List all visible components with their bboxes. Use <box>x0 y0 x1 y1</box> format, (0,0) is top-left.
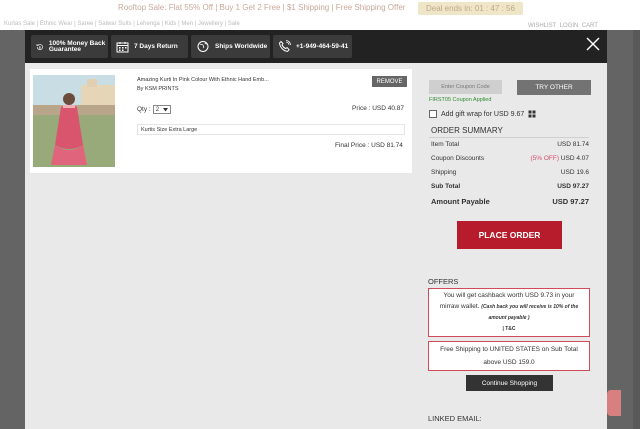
quantity-select[interactable]: 2 <box>152 105 171 114</box>
item-total-label: Item Total <box>431 141 460 148</box>
deal-countdown: Deal ends in: 01 : 47 : 56 <box>418 2 523 15</box>
coupon-applied-message: FIRST05 Coupon Applied <box>429 97 492 103</box>
calendar-icon <box>116 41 129 52</box>
item-total-row: Item Total USD 81.74 <box>431 141 589 148</box>
wishlist-link[interactable]: WISHLIST <box>528 23 556 29</box>
promo-banner[interactable]: Rooftop Sale: Flat 55% Off | Buy 1 Get 2… <box>118 3 405 12</box>
cashback-offer: You will get cashback worth USD 9.73 in … <box>428 288 590 337</box>
divider <box>429 137 589 138</box>
gift-wrap-label: Add gift wrap for USD 9.67 <box>441 110 525 118</box>
subtotal-row: Sub Total USD 97.27 <box>431 183 589 190</box>
unit-price: Price : USD 40.87 <box>352 105 405 112</box>
amount-payable-row: Amount Payable USD 97.27 <box>431 197 589 206</box>
free-shipping-offer: Free Shipping to UNITED STATES on Sub To… <box>428 341 590 371</box>
login-link[interactable]: LOGIN <box>560 23 579 29</box>
feature-label: 100% Money Back Guarantee <box>48 39 106 53</box>
linked-email-title: LINKED EMAIL: <box>428 414 482 423</box>
quantity-control: Qty : 2 <box>137 105 171 114</box>
terms-link[interactable]: | T&C <box>429 324 589 335</box>
shipping-label: Shipping <box>431 169 457 176</box>
amount-payable-value: USD 97.27 <box>552 197 589 206</box>
remove-button[interactable]: REMOVE <box>372 76 407 87</box>
continue-shopping-button[interactable]: Continue Shopping <box>466 375 553 391</box>
cashback-note2: amount payable ) <box>488 315 530 321</box>
size-info: Kurtis Size Extra Large <box>137 124 405 135</box>
subtotal-value: USD 97.27 <box>557 183 589 190</box>
svg-text:$: $ <box>39 45 42 49</box>
free-ship-line2: above USD 159.0 <box>483 359 535 366</box>
amount-payable-label: Amount Payable <box>431 197 490 206</box>
product-name[interactable]: Amazing Kurti In Pink Colour With Ethnic… <box>137 77 269 83</box>
scrollbar[interactable] <box>633 30 640 429</box>
chevron-down-icon <box>162 107 168 111</box>
feature-label: Ships Worldwide <box>215 43 268 50</box>
feature-phone[interactable]: +1-949-464-59-41 <box>273 35 352 58</box>
product-thumbnail[interactable] <box>33 75 115 167</box>
gift-wrap-option[interactable]: Add gift wrap for USD 9.67 <box>429 110 536 118</box>
order-summary-title: ORDER SUMMARY <box>431 126 503 135</box>
phone-icon <box>278 40 291 52</box>
coupon-input[interactable]: Enter Coupon Code <box>429 80 502 94</box>
coupon-discount-row: Coupon Discounts (5% OFF) USD 4.07 <box>431 155 589 162</box>
feature-label: +1-949-464-59-41 <box>296 43 349 50</box>
globe-icon <box>197 41 209 52</box>
cashback-line2: mirraw wallet. <box>439 303 480 310</box>
feature-money-back: $ 100% Money Back Guarantee <box>31 35 108 58</box>
qty-value: 2 <box>155 106 160 113</box>
background-nav[interactable]: Kurtas Sale | Ethnic Wear | Saree | Salw… <box>4 21 240 27</box>
product-seller: By KSM PRINTS <box>137 86 179 92</box>
offers-title: OFFERS <box>428 277 459 286</box>
try-other-button[interactable]: TRY OTHER <box>517 80 591 95</box>
cashback-note1: (Cash back you will receive is 10% of th… <box>481 304 579 310</box>
coupon-discount-value: USD 4.07 <box>560 155 589 162</box>
place-order-button[interactable]: PLACE ORDER <box>457 221 562 249</box>
item-total-value: USD 81.74 <box>557 141 589 148</box>
money-back-icon: $ <box>36 43 43 50</box>
gift-icon <box>528 110 536 118</box>
chat-widget-button[interactable] <box>607 390 621 416</box>
background-user-links[interactable]: WISHLIST LOGIN CART <box>528 23 598 29</box>
shipping-row: Shipping USD 19.6 <box>431 169 589 176</box>
feature-return: 7 Days Return <box>111 35 188 58</box>
cart-link[interactable]: CART <box>582 23 598 29</box>
gift-wrap-checkbox[interactable] <box>429 110 437 118</box>
final-price: Final Price : USD 81.74 <box>335 142 403 149</box>
coupon-percent: (5% OFF) <box>530 155 559 162</box>
coupon-discount-label: Coupon Discounts <box>431 155 485 162</box>
subtotal-label: Sub Total <box>431 183 461 190</box>
free-ship-line1: Free Shipping to UNITED STATES on Sub To… <box>440 346 578 353</box>
feature-ships: Ships Worldwide <box>191 35 270 58</box>
qty-label: Qty : <box>137 106 151 113</box>
close-icon[interactable] <box>585 36 601 52</box>
feature-label: 7 Days Return <box>134 43 178 50</box>
shipping-value: USD 19.6 <box>560 169 589 176</box>
cashback-line1: You will get cashback worth USD 9.73 in … <box>443 292 575 299</box>
